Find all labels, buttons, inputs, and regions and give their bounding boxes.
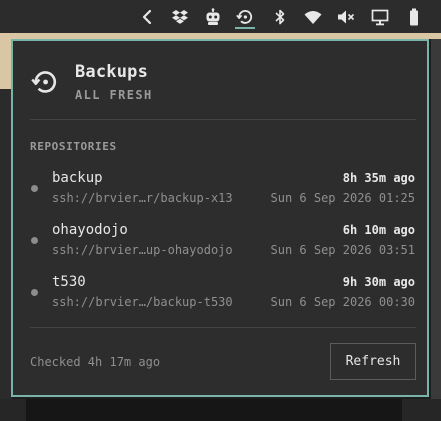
footer-divider [30,327,416,328]
popup-title: Backups [75,62,149,82]
background-window [26,399,402,421]
last-checked-text: Checked 4h 17m ago [30,355,161,369]
chevron-left-icon[interactable] [136,6,158,28]
repository-name: backup [52,170,103,186]
status-dot [31,237,38,244]
active-indicator [235,27,255,29]
repository-age: 8h 35m ago [342,171,415,185]
repository-age: 9h 30m ago [342,275,415,289]
repository-last-backup: Sun 6 Sep 2026 01:25 [270,191,416,205]
bluetooth-icon[interactable] [269,6,291,28]
repository-last-backup: Sun 6 Sep 2026 03:51 [270,243,416,257]
status-dot [31,185,38,192]
repository-host: ssh://brvier…/backup-t530 [52,295,233,309]
robot-icon[interactable] [202,6,224,28]
repository-host: ssh://brvier…up-ohayodojo [52,243,233,257]
desktop-background-right [431,39,441,421]
repository-name: ohayodojo [52,222,128,238]
backup-history-icon [31,68,59,96]
repository-age: 6h 10m ago [342,223,415,237]
repository-name: t530 [52,274,86,290]
dropbox-icon[interactable] [169,6,191,28]
header-divider [30,119,416,120]
backups-popup: Backups ALL FRESH REPOSITORIES backup ss… [11,39,429,397]
repository-last-backup: Sun 6 Sep 2026 00:30 [270,295,416,309]
display-icon[interactable] [369,6,391,28]
status-label: ALL FRESH [75,88,153,102]
system-tray-bar [0,0,441,33]
refresh-button[interactable]: Refresh [330,343,416,380]
battery-icon[interactable] [403,6,425,28]
repository-item[interactable]: t530 ssh://brvier…/backup-t530 9h 30m ag… [13,274,427,318]
repository-item[interactable]: backup ssh://brvier…r/backup-x13 8h 35m … [13,170,427,214]
volume-muted-icon[interactable] [335,6,357,28]
section-label: REPOSITORIES [30,140,117,153]
status-dot [31,289,38,296]
repository-host: ssh://brvier…r/backup-x13 [52,191,233,205]
wifi-icon[interactable] [302,6,324,28]
repository-item[interactable]: ohayodojo ssh://brvier…up-ohayodojo 6h 1… [13,222,427,266]
backup-history-icon[interactable] [234,6,256,28]
